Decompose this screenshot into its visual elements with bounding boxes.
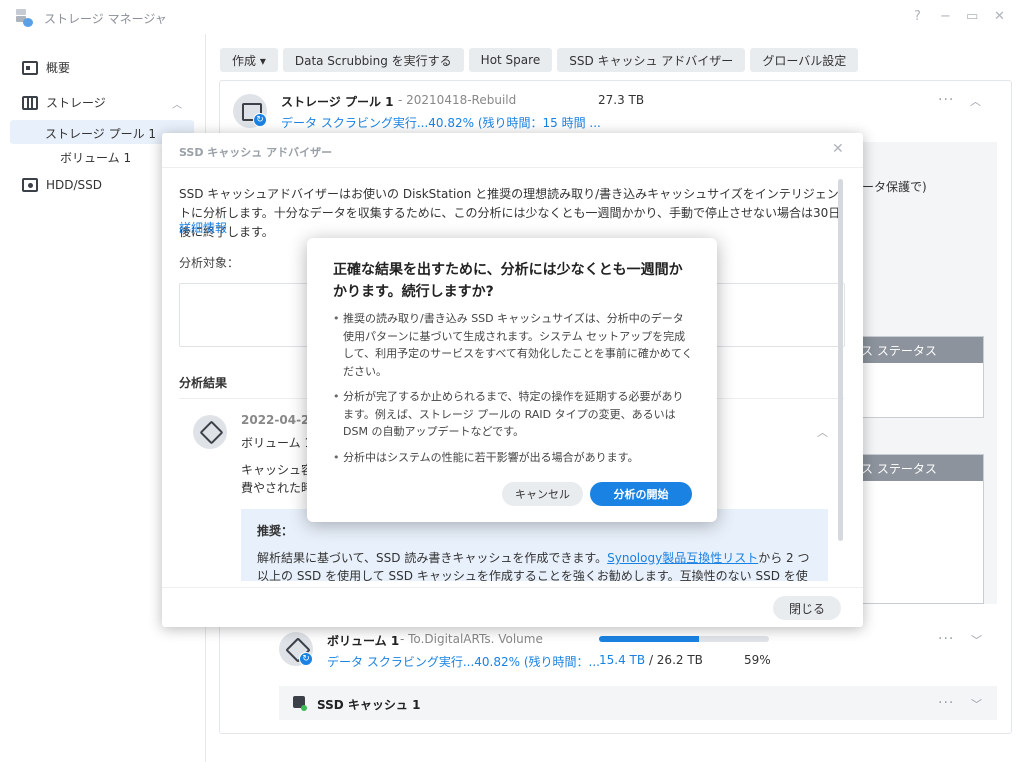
title-bar: ストレージ マネージャ ? − ▭ ✕ <box>0 0 1024 34</box>
volume-usage-fill <box>599 636 700 642</box>
volume-subtitle: - To.DigitalARTs. Volume <box>400 632 543 646</box>
more-options-icon[interactable]: ··· <box>938 631 954 647</box>
hot-spare-button[interactable]: Hot Spare <box>468 48 553 72</box>
maximize-icon[interactable]: ▭ <box>966 9 978 24</box>
more-options-icon[interactable]: ··· <box>938 92 954 108</box>
data-scrubbing-button[interactable]: Data Scrubbing を実行する <box>282 48 464 72</box>
sidebar-item-label: HDD/SSD <box>46 178 103 192</box>
divider <box>162 587 863 588</box>
result-volume: ボリューム 1 <box>241 436 313 450</box>
list-item: 分析中はシステムの性能に若干影響が出る場合があります。 <box>333 449 693 467</box>
ssd-cache-title: SSD キャッシュ 1 <box>317 698 421 712</box>
chevron-up-icon[interactable]: ︿ <box>172 96 182 111</box>
help-icon[interactable]: ? <box>914 9 921 24</box>
compatibility-list-link[interactable]: Synology製品互換性リスト <box>607 551 758 565</box>
result-text: キャッシュ容 <box>241 463 314 477</box>
close-icon[interactable]: ✕ <box>832 141 844 157</box>
recommendation-title: 推奨： <box>257 524 294 538</box>
pool-scrub-status: データ スクラビング実行...40.82% (残り時間：15 時間 ... <box>281 116 601 130</box>
sync-icon: ↻ <box>299 652 313 666</box>
chevron-up-icon[interactable]: ︿ <box>970 93 981 109</box>
volume-scrub-status: データ スクラビング実行...40.82% (残り時間：... <box>327 655 600 669</box>
details-link[interactable]: 詳細情報 <box>179 219 227 236</box>
list-item: 推奨の読み取り/書き込み SSD キャッシュサイズは、分析中のデータ使用パターン… <box>333 310 693 380</box>
list-item: 分析が完了するか止められるまで、特定の操作を延期する必要があります。例えば、スト… <box>333 388 693 441</box>
storage-icon <box>22 95 38 110</box>
sidebar-item-overview[interactable]: 概要 <box>22 59 70 76</box>
chevron-down-icon[interactable]: ﹀ <box>971 696 982 712</box>
volume-total: / 26.2 TB <box>648 653 703 667</box>
sidebar-item-label: ストレージ <box>46 96 106 110</box>
global-settings-button[interactable]: グローバル設定 <box>750 48 859 72</box>
volume-icon <box>193 415 227 449</box>
ssd-cache-advisor-button[interactable]: SSD キャッシュ アドバイザー <box>557 48 746 72</box>
cancel-button[interactable]: キャンセル <box>502 482 583 506</box>
sidebar-item-storage[interactable]: ストレージ <box>22 94 106 111</box>
pool-size: 27.3 TB <box>598 93 645 107</box>
sidebar-item-volume[interactable]: ボリューム 1 <box>60 149 131 166</box>
sidebar-item-storage-pool[interactable]: ストレージ プール 1 <box>45 125 156 142</box>
close-window-icon[interactable]: ✕ <box>994 9 1005 24</box>
volume-percent: 59% <box>744 653 771 667</box>
pool-subtitle: - 20210418-Rebuild <box>398 93 517 107</box>
main-toolbar: 作成 ▾ Data Scrubbing を実行する Hot Spare SSD … <box>220 48 859 72</box>
volume-usage-bar <box>599 636 769 642</box>
volume-usage-text: 15.4 TB / 26.2 TB <box>599 653 703 667</box>
storage-manager-app-icon <box>16 9 34 27</box>
close-button[interactable]: 閉じる <box>773 596 841 620</box>
volume-used: 15.4 TB <box>599 653 646 667</box>
confirm-title: 正確な結果を出すために、分析には少なくとも一週間かかります。続行しますか? <box>333 262 683 300</box>
volume-title: ボリューム 1 <box>327 634 400 648</box>
confirm-bullet-list: 推奨の読み取り/書き込み SSD キャッシュサイズは、分析中のデータ使用パターン… <box>333 310 693 474</box>
start-analysis-button[interactable]: 分析の開始 <box>590 482 692 506</box>
recommendation-body: 解析結果に基づいて、SSD 読み書きキャッシュを作成できます。Synology製… <box>257 549 812 581</box>
create-dropdown-button[interactable]: 作成 ▾ <box>220 48 278 72</box>
confirm-analysis-dialog: 正確な結果を出すために、分析には少なくとも一週間かかります。続行しますか? 推奨… <box>307 238 717 522</box>
background-text-fragment: ータ保護で) <box>862 180 927 194</box>
analysis-results-label: 分析結果 <box>179 376 228 390</box>
advisor-description: SSD キャッシュアドバイザーはお使いの DiskStation と推奨の理想読… <box>179 187 841 239</box>
recommendation-text: 解析結果に基づいて、SSD 読み書きキャッシュを作成できます。 <box>257 551 608 565</box>
sync-icon: ↻ <box>253 113 267 127</box>
minimize-icon[interactable]: − <box>940 9 951 24</box>
overview-icon <box>22 60 38 75</box>
chevron-up-icon[interactable]: ︿ <box>817 424 828 440</box>
scrollbar[interactable] <box>838 179 843 541</box>
result-date: 2022-04-2 <box>241 413 310 427</box>
analysis-target-label: 分析対象： <box>179 256 240 270</box>
dialog-title: SSD キャッシュ アドバイザー <box>179 146 333 159</box>
pool-title: ストレージ プール 1 <box>281 95 394 109</box>
chevron-down-icon[interactable]: ﹀ <box>971 632 982 648</box>
sidebar-item-label: 概要 <box>46 61 71 75</box>
window-title: ストレージ マネージャ <box>44 12 167 26</box>
sidebar-item-hdd-ssd[interactable]: HDD/SSD <box>22 178 102 192</box>
more-options-icon[interactable]: ··· <box>938 695 954 711</box>
divider <box>162 167 863 168</box>
status-ok-icon <box>301 705 307 711</box>
hdd-icon <box>22 178 38 192</box>
result-text: 費やされた時 <box>241 481 314 495</box>
